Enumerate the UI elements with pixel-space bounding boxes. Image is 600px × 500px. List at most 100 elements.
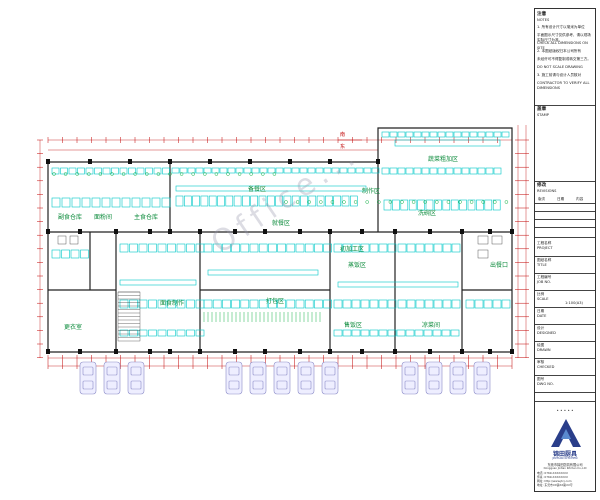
fixture-symbol bbox=[493, 200, 497, 204]
equipment-unit bbox=[474, 299, 484, 309]
note-line: 3. 施工前请与设计人员核对 bbox=[537, 73, 582, 77]
vehicle-window bbox=[428, 366, 440, 376]
vehicle-window bbox=[252, 366, 264, 376]
equipment-unit bbox=[333, 329, 343, 337]
vehicle-window bbox=[300, 366, 312, 376]
equipment-unit bbox=[176, 329, 186, 337]
equipment-unit bbox=[493, 131, 502, 138]
equipment-unit bbox=[80, 249, 89, 259]
equipment-unit bbox=[351, 329, 361, 337]
vehicle-window bbox=[228, 380, 240, 390]
column bbox=[248, 159, 252, 164]
zone-label-mianshi: 面食制作 bbox=[160, 300, 185, 307]
counter bbox=[207, 269, 319, 276]
equipment-unit bbox=[304, 299, 314, 309]
equipment-unit bbox=[451, 243, 461, 253]
equipment-unit bbox=[235, 167, 244, 174]
zone-label-dining2: 售饭区 bbox=[344, 322, 363, 329]
equipment-unit bbox=[192, 195, 200, 207]
equipment-unit bbox=[162, 167, 170, 175]
equipment-unit bbox=[378, 329, 388, 337]
equipment-unit bbox=[396, 329, 406, 337]
equipment-unit bbox=[400, 199, 409, 211]
vehicle-window bbox=[324, 366, 336, 376]
equipment-unit bbox=[406, 243, 416, 253]
equipment-unit bbox=[314, 299, 323, 309]
equipment-unit bbox=[179, 167, 188, 174]
equipment-unit bbox=[251, 167, 260, 174]
equipment-unit bbox=[225, 195, 234, 207]
equipment-unit bbox=[483, 299, 493, 309]
equipment-unit bbox=[219, 167, 228, 174]
field-label-en: DATE bbox=[537, 313, 547, 318]
equipment-unit bbox=[424, 299, 434, 309]
column bbox=[460, 229, 464, 234]
fixture-symbol bbox=[411, 200, 416, 204]
equipment-unit bbox=[61, 197, 71, 208]
equipment-unit bbox=[249, 243, 259, 253]
equipment-unit bbox=[304, 243, 314, 253]
fixture-symbol bbox=[365, 200, 369, 204]
column bbox=[208, 159, 212, 164]
equipment-unit bbox=[501, 131, 510, 138]
column bbox=[393, 349, 397, 354]
fixture-symbol bbox=[353, 200, 358, 204]
field-label-en: CHECKED bbox=[537, 364, 555, 369]
vehicle-window bbox=[404, 366, 416, 376]
equipment-unit bbox=[61, 249, 70, 259]
equipment-unit bbox=[413, 131, 422, 138]
equipment-unit bbox=[60, 167, 68, 175]
equipment-unit bbox=[131, 197, 141, 208]
equipment-unit bbox=[405, 131, 414, 138]
equipment-unit bbox=[138, 243, 148, 253]
equipment-unit bbox=[222, 299, 231, 309]
equipment-unit bbox=[208, 195, 217, 207]
stamp-heading-en: STAMP bbox=[537, 113, 549, 117]
equipment-unit bbox=[477, 167, 486, 175]
equipment-unit bbox=[68, 167, 77, 175]
zone-label-xiwan: 洗碗区 bbox=[418, 210, 437, 217]
equipment-unit bbox=[383, 199, 392, 211]
note-line: 1. 所有设计尺寸以毫米为单位 bbox=[537, 25, 585, 29]
equipment-unit bbox=[369, 243, 379, 253]
equipment-unit bbox=[187, 167, 196, 174]
equipment-unit bbox=[51, 249, 61, 259]
stamp-heading: 盖章 bbox=[537, 107, 547, 112]
equipment-unit bbox=[433, 243, 443, 253]
field-value: 1:100(A3) bbox=[565, 301, 583, 306]
equipment-unit bbox=[243, 167, 252, 174]
equipment-unit bbox=[148, 243, 157, 253]
equipment-unit bbox=[231, 299, 240, 309]
equipment-unit bbox=[240, 299, 250, 309]
column bbox=[46, 159, 50, 164]
equipment-unit bbox=[429, 167, 438, 175]
vehicle-window bbox=[276, 366, 288, 376]
column bbox=[78, 229, 82, 234]
zone-label-shucai: 蔬菜粗加区 bbox=[428, 156, 459, 163]
equipment-unit bbox=[71, 197, 81, 208]
column bbox=[360, 229, 364, 234]
equipment-unit bbox=[445, 167, 454, 175]
equipment-unit bbox=[414, 329, 424, 337]
equipment-unit bbox=[441, 329, 451, 337]
equipment-unit bbox=[378, 243, 388, 253]
equipment-unit bbox=[119, 243, 129, 253]
equipment-unit bbox=[186, 243, 195, 253]
equipment-unit bbox=[425, 199, 434, 211]
equipment-unit bbox=[378, 299, 388, 309]
equipment-unit bbox=[429, 131, 438, 138]
equipment-unit bbox=[445, 131, 454, 138]
equipment-unit bbox=[485, 167, 494, 175]
equipment-unit bbox=[217, 195, 225, 207]
column bbox=[328, 229, 332, 234]
equipment-unit bbox=[157, 243, 167, 253]
equipment-unit bbox=[351, 299, 361, 309]
equipment-unit bbox=[119, 329, 129, 337]
equipment-unit bbox=[397, 167, 406, 175]
column bbox=[88, 159, 92, 164]
equipment-unit bbox=[421, 131, 430, 138]
column bbox=[298, 349, 302, 354]
column bbox=[148, 349, 152, 354]
note-line: 未经许可不得复制或转交第三方。 bbox=[537, 57, 591, 61]
vehicle-window bbox=[476, 366, 488, 376]
